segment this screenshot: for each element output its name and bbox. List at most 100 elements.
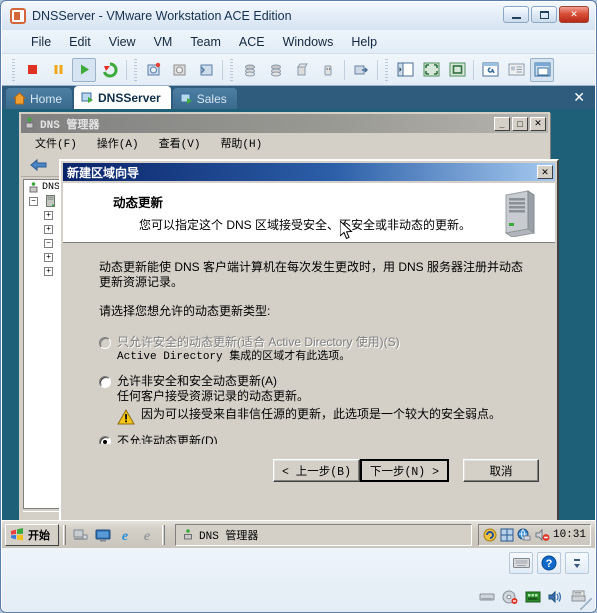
dns-close-button[interactable]: ✕ (530, 116, 546, 131)
menu-ace[interactable]: ACE (230, 33, 274, 51)
svg-text:e: e (144, 529, 150, 543)
menu-view[interactable]: View (100, 33, 145, 51)
fullscreen-icon[interactable] (419, 58, 443, 82)
wizard-close-button[interactable]: ✕ (537, 165, 553, 179)
menu-help[interactable]: Help (342, 33, 386, 51)
tab-close-button[interactable]: ✕ (573, 89, 585, 106)
power-on-icon[interactable] (72, 57, 96, 82)
vmware-statusbar: ? (2, 548, 595, 612)
tree-expander[interactable]: − (29, 196, 38, 206)
tab-sales[interactable]: Sales (172, 88, 237, 109)
svg-text:e: e (122, 529, 128, 543)
summary-view-icon[interactable] (504, 58, 528, 82)
menu-windows[interactable]: Windows (274, 33, 343, 51)
help-icon[interactable]: ? (537, 552, 561, 574)
toolbar-grip[interactable] (134, 58, 137, 81)
wizard-titlebar: 新建区域向导 ✕ (63, 163, 555, 181)
toolbar-separator (473, 59, 474, 80)
volume-muted-icon[interactable] (535, 528, 550, 542)
back-button[interactable]: < 上一步(B) (272, 459, 360, 482)
next-button[interactable]: 下一步(N) > (359, 459, 449, 482)
clone-icon[interactable] (238, 58, 262, 82)
network-icon[interactable] (525, 590, 541, 604)
resize-grip[interactable] (580, 598, 592, 610)
tab-home[interactable]: Home (6, 88, 73, 109)
radio-secure-only-description: Active Directory 集成的区域才有此选项。 (117, 351, 351, 363)
wizard-paragraph-2: 请选择您想允许的动态更新类型: (99, 304, 271, 318)
vm-settings-icon[interactable] (478, 58, 502, 82)
server-icon (46, 195, 55, 207)
back-arrow-icon[interactable] (29, 156, 49, 174)
minimize-button[interactable] (503, 6, 529, 23)
server-tower-icon (485, 183, 555, 242)
vmware-toolbar (2, 54, 595, 86)
cancel-button[interactable]: 取消 (463, 459, 539, 482)
dns-minimize-button[interactable]: _ (494, 116, 510, 131)
toolbar-separator (344, 59, 345, 80)
toolbar-grip[interactable] (230, 58, 233, 81)
clone-multi-icon[interactable] (264, 58, 288, 82)
network-status-icon[interactable] (517, 528, 532, 542)
dns-maximize-button[interactable]: □ (512, 116, 528, 131)
taskbar-button-label: DNS 管理器 (199, 530, 259, 543)
snapshot-manager-icon[interactable] (194, 58, 218, 82)
start-button[interactable]: 开始 (5, 523, 59, 546)
dns-menu-help[interactable]: 帮助(H) (210, 133, 272, 153)
toolbar-grip[interactable] (385, 58, 388, 81)
window-controls: ✕ (503, 6, 589, 23)
team-icon (180, 93, 192, 104)
taskbar-clock[interactable]: 10:31 (553, 529, 586, 541)
send-ctrl-alt-del-icon[interactable] (349, 58, 373, 82)
dns-manager-menubar: 文件(F) 操作(A) 查看(V) 帮助(H) (21, 133, 548, 153)
show-sidebar-icon[interactable] (393, 58, 417, 82)
dns-menu-view[interactable]: 查看(V) (149, 133, 211, 153)
tree-expander[interactable]: + (44, 224, 53, 234)
quick-switch-icon[interactable] (445, 58, 469, 82)
vmware-workstation-window: DNSServer - VMware Workstation ACE Editi… (0, 0, 597, 613)
tree-expander[interactable]: + (44, 252, 53, 262)
reset-icon[interactable] (98, 58, 122, 82)
capture-icon[interactable] (290, 58, 314, 82)
sound-icon[interactable] (548, 590, 564, 604)
tab-home-label: Home (30, 91, 63, 106)
desktop-icon[interactable] (95, 527, 111, 543)
menu-file[interactable]: File (22, 33, 60, 51)
snapshot-take-icon[interactable] (142, 58, 166, 82)
menu-vm[interactable]: VM (145, 33, 182, 51)
tree-root-label: DNS (42, 181, 61, 193)
suspend-icon[interactable] (46, 58, 70, 82)
keyboard-icon[interactable] (509, 552, 533, 574)
tab-dnsserver[interactable]: DNSServer (74, 86, 171, 109)
show-desktop-icon[interactable] (73, 527, 89, 543)
internet-explorer-icon[interactable]: e (117, 527, 133, 543)
wizard-heading: 动态更新 (113, 196, 164, 210)
dns-menu-action[interactable]: 操作(A) (87, 133, 149, 153)
disk-icon[interactable] (479, 590, 495, 604)
tree-expander[interactable]: − (44, 238, 53, 248)
menu-edit[interactable]: Edit (60, 33, 100, 51)
wizard-header: 动态更新 您可以指定这个 DNS 区域接受安全、不安全或非动态的更新。 (63, 183, 555, 243)
network-connection-icon[interactable] (500, 528, 514, 542)
radio-option-secure-only: 只允许安全的动态更新(适合 Active Directory 使用)(S) Ac… (99, 335, 531, 365)
maximize-button[interactable] (531, 6, 557, 23)
tree-expander[interactable]: + (44, 210, 53, 220)
power-off-icon[interactable] (20, 58, 44, 82)
snapshot-revert-icon[interactable] (168, 58, 192, 82)
vmware-tools-icon[interactable] (483, 528, 497, 542)
cdrom-icon[interactable] (502, 590, 518, 604)
taskbar-button-dns-manager[interactable]: DNS 管理器 (175, 523, 472, 546)
dns-menu-file[interactable]: 文件(F) (25, 133, 87, 153)
radio-nonsecure-and-secure-mark[interactable] (99, 376, 111, 388)
toolbar-grip[interactable] (12, 58, 15, 81)
system-tray: 10:31 (477, 523, 591, 546)
tree-expander[interactable]: + (44, 266, 53, 276)
radio-option-nonsecure-and-secure[interactable]: 允许非安全和安全动态更新(A) 任何客户接受资源记录的动态更新。 因为可以接受来… (99, 374, 531, 425)
browser-icon[interactable]: e (139, 527, 155, 543)
close-button[interactable]: ✕ (559, 6, 589, 23)
menu-team[interactable]: Team (181, 33, 230, 51)
updown-icon[interactable] (565, 552, 589, 574)
guest-desktop: Internet Explorer DNS 管理器 _ □ ✕ 文件(F) (2, 109, 595, 548)
console-view-icon[interactable] (530, 57, 554, 82)
dns-manager-window: DNS 管理器 _ □ ✕ 文件(F) 操作(A) 查看(V) 帮助(H) DN… (19, 112, 559, 536)
usb-icon[interactable] (316, 58, 340, 82)
